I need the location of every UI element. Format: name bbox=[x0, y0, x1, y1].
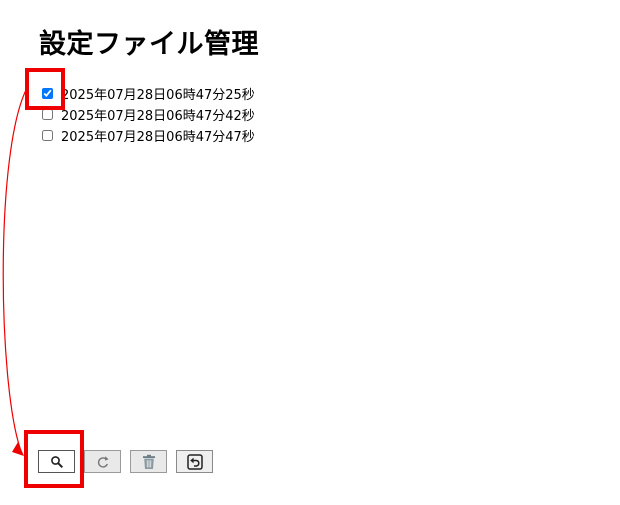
file-label: 2025年07月28日06時47分42秒 bbox=[61, 109, 255, 124]
trash-icon bbox=[142, 454, 155, 469]
restore-button[interactable] bbox=[84, 450, 121, 473]
highlight-checkbox bbox=[25, 68, 65, 110]
file-label: 2025年07月28日06時47分47秒 bbox=[61, 130, 255, 145]
return-button[interactable] bbox=[176, 450, 213, 473]
delete-button[interactable] bbox=[130, 450, 167, 473]
restore-icon bbox=[97, 455, 109, 468]
file-checkbox[interactable] bbox=[42, 130, 53, 141]
highlight-view-button bbox=[24, 430, 84, 488]
annotation-arrow bbox=[2, 87, 28, 456]
list-item[interactable]: 2025年07月28日06時47分25秒 bbox=[40, 83, 255, 104]
file-label: 2025年07月28日06時47分25秒 bbox=[61, 88, 255, 103]
file-checkbox[interactable] bbox=[42, 109, 53, 120]
list-item[interactable]: 2025年07月28日06時47分42秒 bbox=[40, 104, 255, 125]
list-item[interactable]: 2025年07月28日06時47分47秒 bbox=[40, 125, 255, 146]
config-file-list: 2025年07月28日06時47分25秒 2025年07月28日06時47分42… bbox=[40, 83, 255, 146]
page-title: 設定ファイル管理 bbox=[39, 29, 259, 60]
return-icon bbox=[186, 453, 203, 470]
